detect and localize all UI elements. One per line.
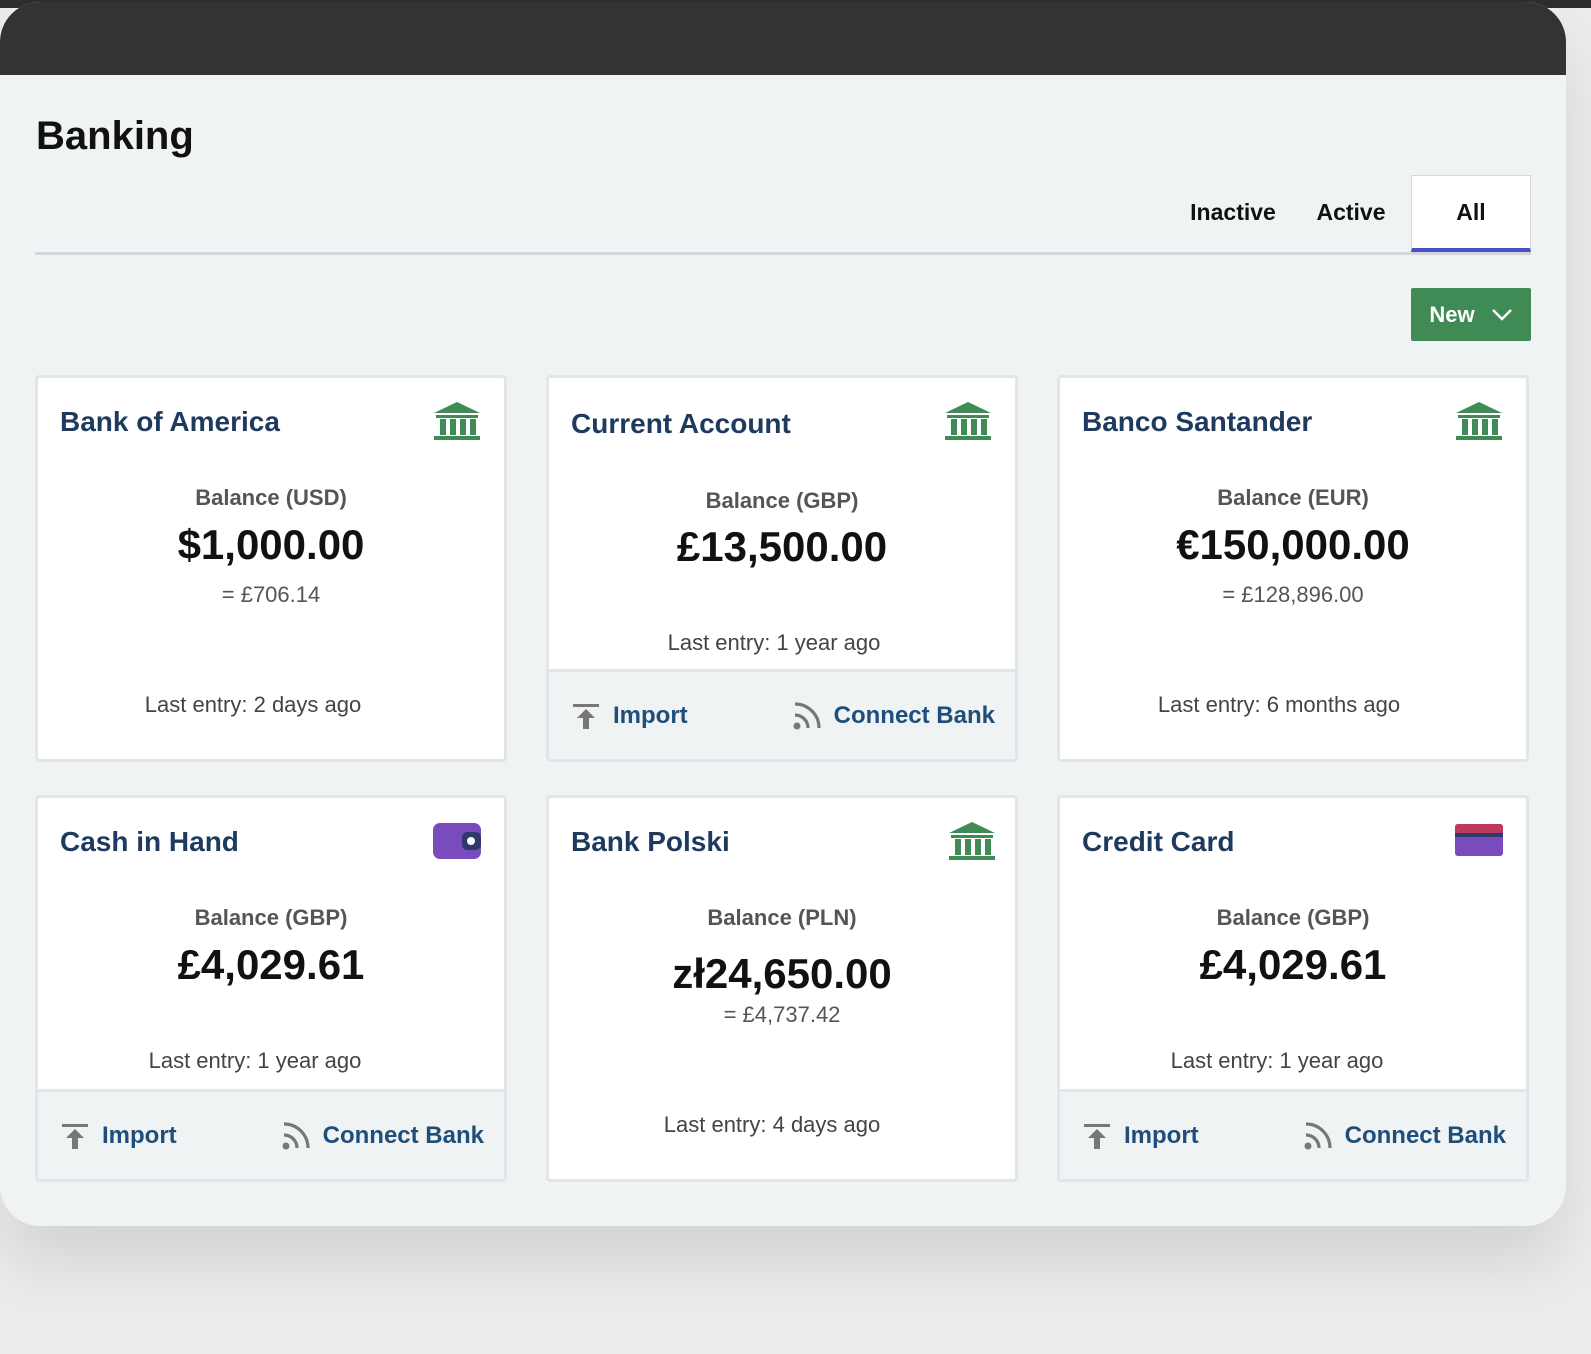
balance-amount: £13,500.00: [676, 523, 888, 570]
import-label: Import: [102, 1122, 177, 1149]
balance-label: Balance (EUR): [1217, 485, 1369, 510]
account-card[interactable]: Cash in Hand Balance (GBP) £4,029.61 Las…: [35, 795, 507, 1182]
account-name: Current Account: [571, 408, 791, 439]
import-label: Import: [613, 702, 688, 729]
new-button[interactable]: New: [1411, 288, 1531, 341]
account-card[interactable]: Credit Card Balance (GBP) £4,029.61 Last…: [1057, 795, 1529, 1182]
tab-inactive[interactable]: Inactive: [1175, 175, 1291, 249]
upload-icon: [573, 704, 599, 729]
import-label: Import: [1124, 1122, 1199, 1149]
account-name: Cash in Hand: [60, 826, 239, 857]
upload-icon: [1084, 1124, 1110, 1149]
last-entry: Last entry: 6 months ago: [1157, 692, 1401, 717]
balance-label: Balance (GBP): [194, 905, 348, 930]
new-button-label: New: [1429, 301, 1475, 327]
feed-icon: [1304, 1122, 1332, 1150]
balance-amount: zł24,650.00: [672, 950, 892, 997]
balance-label: Balance (GBP): [1216, 905, 1370, 930]
converted-balance: = £128,896.00: [1222, 582, 1364, 607]
card-footer: Import Connect Bank: [549, 669, 1015, 759]
connect-bank-label: Connect Bank: [1344, 1122, 1506, 1149]
account-name: Credit Card: [1082, 826, 1235, 857]
last-entry: Last entry: 2 days ago: [144, 692, 362, 717]
connect-bank-label: Connect Bank: [322, 1122, 484, 1149]
balance-amount: €150,000.00: [1176, 521, 1410, 568]
balance-label: Balance (GBP): [705, 488, 859, 513]
account-card[interactable]: Banco Santander Balance (EUR) €150,000.0…: [1057, 375, 1529, 762]
feed-icon: [282, 1122, 310, 1150]
window-titlebar: [0, 2, 1566, 75]
account-card[interactable]: Current Account Balance (GBP) £13,500.00…: [546, 375, 1018, 762]
filter-tabs: Inactive Active All: [35, 175, 1531, 255]
bank-icon: [434, 402, 480, 440]
balance-amount: $1,000.00: [177, 521, 365, 568]
converted-balance: = £4,737.42: [723, 1002, 841, 1027]
balance-amount: £4,029.61: [177, 941, 365, 988]
app-window: Banking Inactive Active All New Bank of …: [0, 2, 1566, 1226]
last-entry: Last entry: 4 days ago: [663, 1112, 881, 1137]
import-button[interactable]: Import: [571, 696, 688, 736]
last-entry: Last entry: 1 year ago: [148, 1048, 362, 1073]
account-name: Bank of America: [60, 406, 280, 437]
card-footer: Import Connect Bank: [38, 1089, 504, 1179]
account-name: Bank Polski: [571, 826, 730, 857]
account-card[interactable]: Bank Polski Balance (PLN) zł24,650.00 = …: [546, 795, 1018, 1182]
converted-balance: = £706.14: [221, 582, 321, 607]
bank-icon: [949, 822, 995, 860]
bank-icon: [945, 402, 991, 440]
import-button[interactable]: Import: [60, 1116, 177, 1156]
balance-label: Balance (USD): [195, 485, 347, 510]
feed-icon: [793, 702, 821, 730]
connect-bank-label: Connect Bank: [833, 702, 995, 729]
chevron-down-icon: [1491, 308, 1512, 321]
last-entry: Last entry: 1 year ago: [1170, 1048, 1384, 1073]
last-entry: Last entry: 1 year ago: [667, 630, 881, 655]
connect-bank-button[interactable]: Connect Bank: [1303, 1116, 1506, 1156]
account-name: Banco Santander: [1082, 406, 1313, 437]
credit-card-icon: [1455, 824, 1503, 856]
balance-label: Balance (PLN): [707, 905, 857, 930]
bank-icon: [1456, 402, 1502, 440]
tab-all[interactable]: All: [1411, 175, 1531, 252]
card-footer: Import Connect Bank: [1060, 1089, 1526, 1179]
connect-bank-button[interactable]: Connect Bank: [281, 1116, 484, 1156]
upload-icon: [62, 1124, 88, 1149]
connect-bank-button[interactable]: Connect Bank: [792, 696, 995, 736]
balance-amount: £4,029.61: [1199, 941, 1387, 988]
page-title: Banking: [36, 114, 194, 158]
import-button[interactable]: Import: [1082, 1116, 1199, 1156]
wallet-icon: [433, 823, 481, 859]
tab-active[interactable]: Active: [1301, 175, 1401, 249]
account-card[interactable]: Bank of America Balance (USD) $1,000.00 …: [35, 375, 507, 762]
